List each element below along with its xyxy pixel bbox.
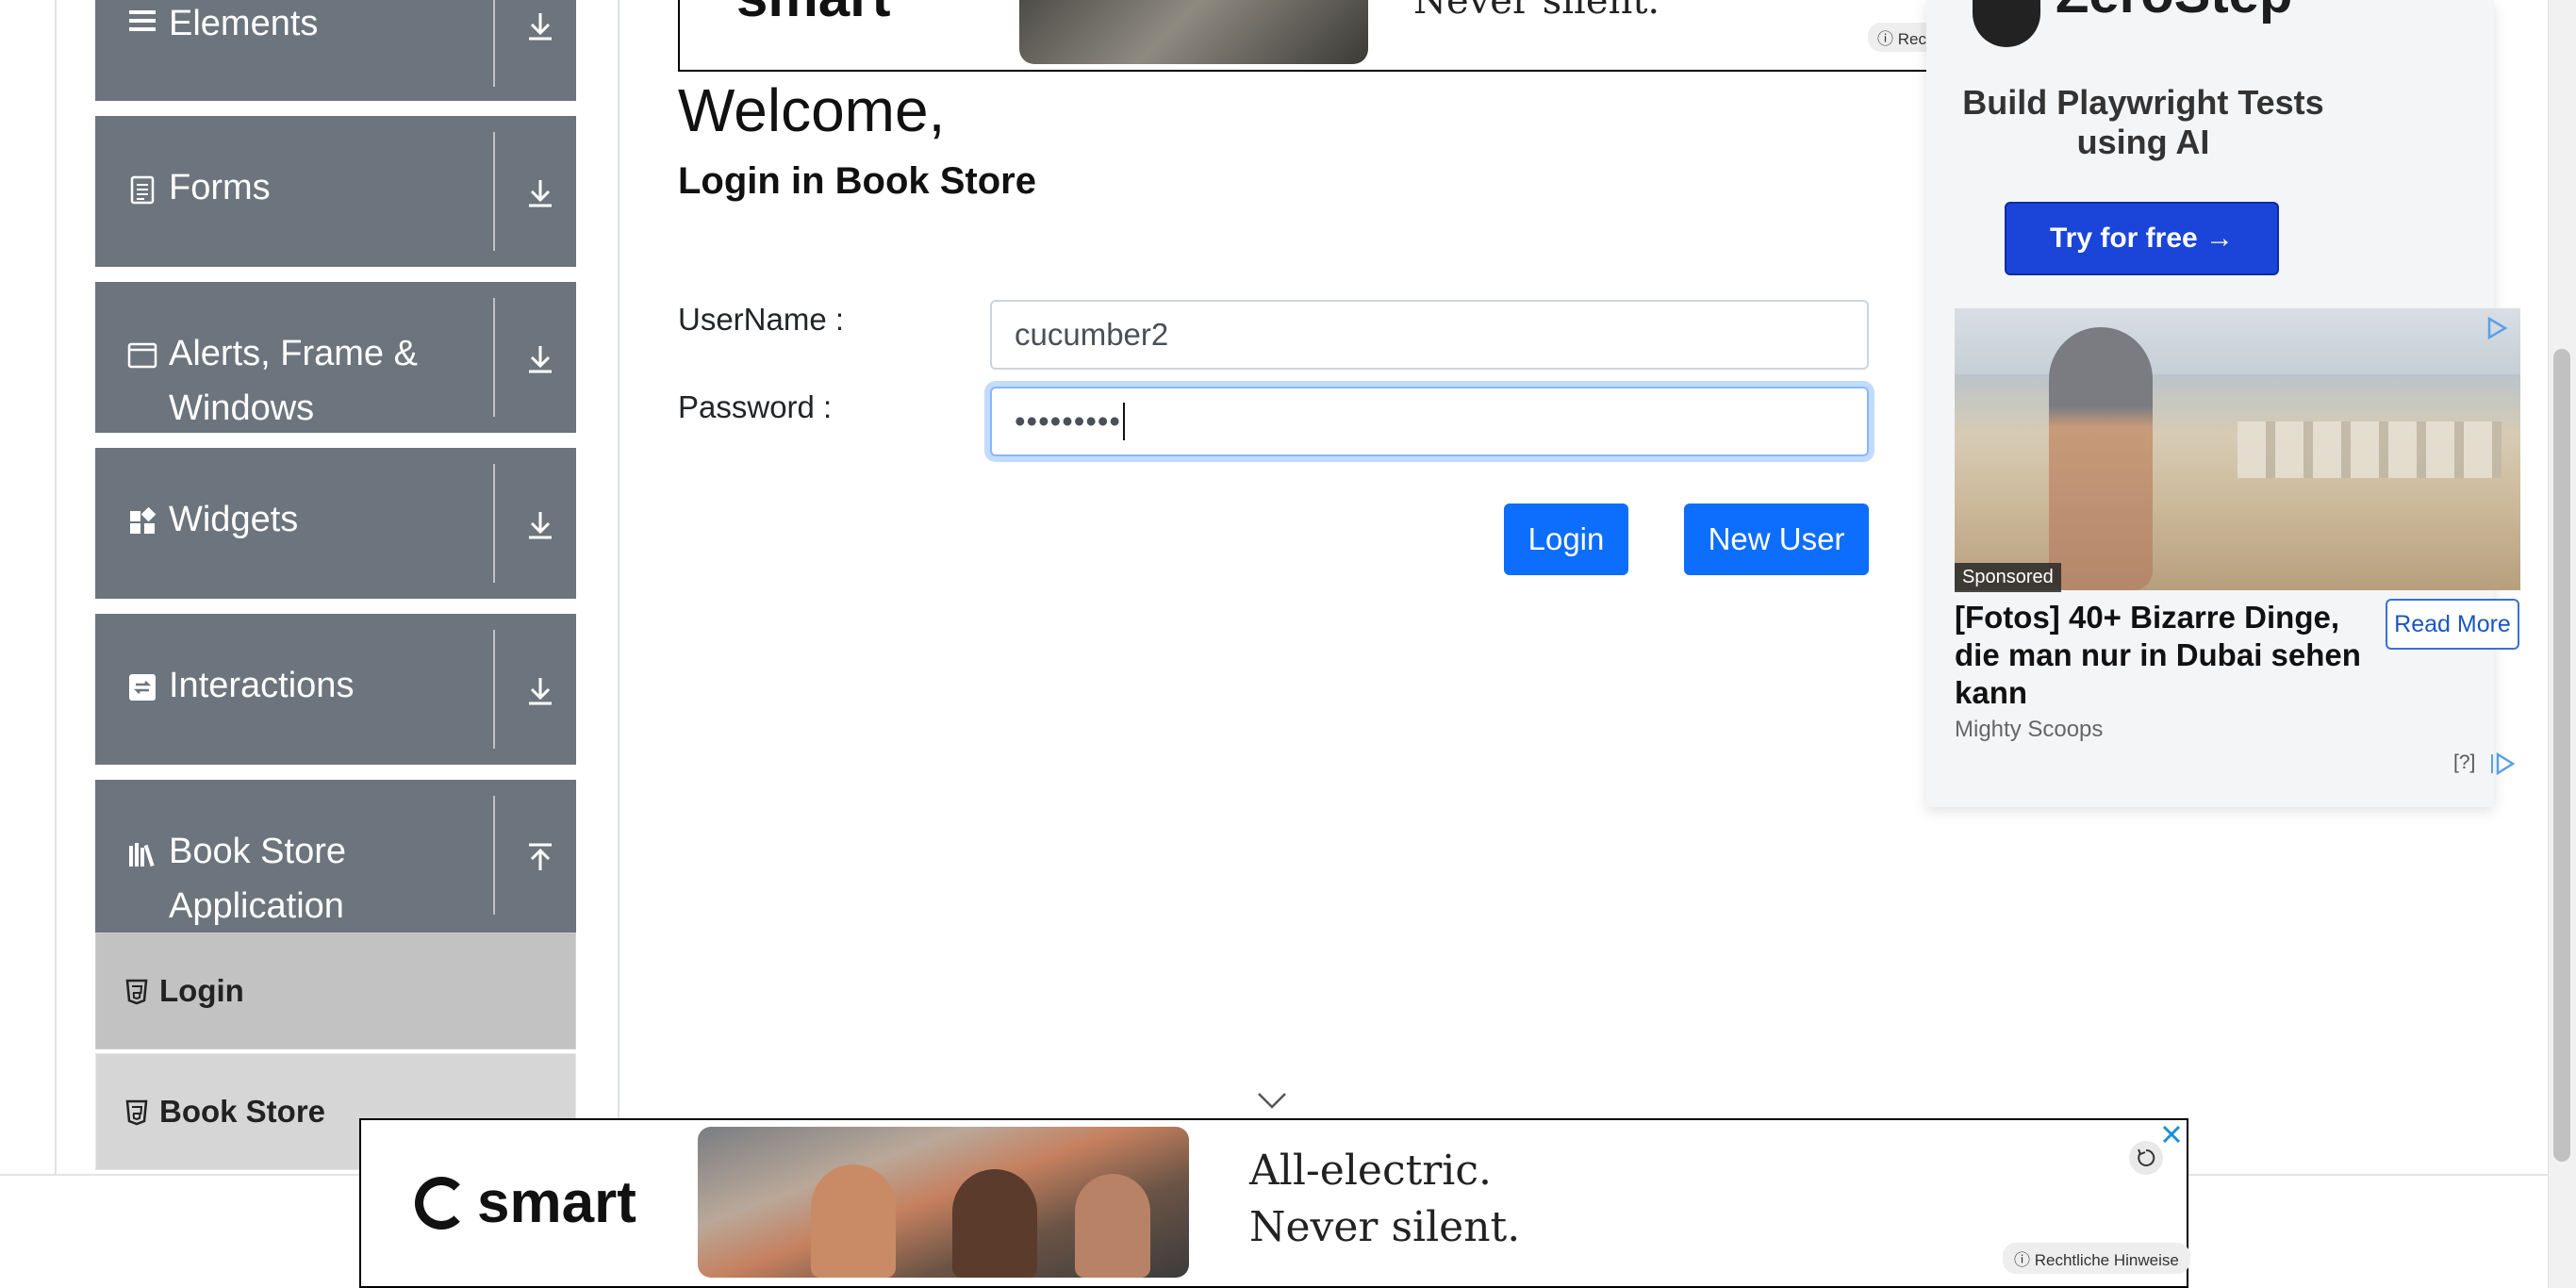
ad-image	[698, 1127, 1189, 1278]
sidebar-group-label-line1: Alerts, Frame &	[169, 334, 418, 373]
hamburger-icon	[129, 10, 156, 31]
html5-icon	[125, 1099, 148, 1126]
separator	[493, 0, 495, 87]
ad-help-text: [?]	[2453, 751, 2476, 773]
sidebar-group-label: Elements	[169, 4, 319, 43]
sidebar-left-border	[55, 0, 57, 1174]
sidebar-divider	[618, 0, 619, 1174]
page-subtitle: Login in Book Store	[678, 160, 1036, 202]
new-user-button[interactable]: New User	[1684, 504, 1869, 575]
ad-slogan-line2: Never silent.	[1249, 1203, 1521, 1251]
scrollbar-thumb[interactable]	[2553, 349, 2570, 1162]
books-icon	[129, 843, 155, 867]
person-figure	[952, 1169, 1037, 1278]
password-value: •••••••••	[1015, 404, 1121, 438]
separator	[493, 796, 495, 915]
password-input[interactable]: •••••••••	[990, 387, 1869, 456]
window-icon	[127, 342, 157, 369]
person-figure	[811, 1164, 896, 1278]
close-icon[interactable]	[2157, 1120, 2186, 1148]
ad-logo-text: smart	[477, 1170, 636, 1235]
login-button[interactable]: Login	[1504, 504, 1628, 575]
sidebar-group-elements[interactable]: Elements	[95, 0, 576, 101]
html5-icon	[125, 979, 148, 1005]
document-icon	[130, 175, 155, 205]
upload-arrow-icon[interactable]	[521, 838, 559, 876]
sidebar-group-alerts[interactable]: Alerts, Frame & Windows	[95, 282, 576, 433]
sponsored-tag: Sponsored	[1955, 563, 2061, 592]
username-input[interactable]: cucumber2	[990, 300, 1869, 370]
smart-logo-icon	[415, 1177, 468, 1230]
download-arrow-icon[interactable]	[521, 174, 559, 212]
ad-slogan-line1: All-electric.	[1249, 1147, 1492, 1195]
text-caret	[1122, 403, 1125, 440]
person-figure	[2049, 327, 2153, 590]
sidebar-group-interactions[interactable]: Interactions	[95, 614, 576, 765]
sidebar-group-label-line2: Application	[169, 886, 344, 926]
username-label: UserName :	[678, 302, 845, 337]
download-arrow-icon[interactable]	[521, 340, 559, 378]
read-more-button[interactable]: Read More	[2386, 599, 2519, 650]
separator	[493, 298, 495, 417]
sponsored-image[interactable]	[1955, 308, 2520, 590]
person-figure	[1075, 1174, 1150, 1278]
ad-legal-text: Rechtliche Hinweise	[2034, 1251, 2179, 1269]
ad-slogan: Never silent.	[1413, 0, 1660, 23]
sidebar-item-label: Login	[159, 973, 244, 1008]
sky	[1955, 308, 2520, 374]
sidebar-group-label: Forms	[169, 168, 271, 207]
separator	[493, 464, 495, 583]
try-for-free-button[interactable]: Try for free →	[2005, 202, 2279, 275]
sidebar-group-label: Interactions	[169, 666, 355, 705]
sidebar-group-book-store-application[interactable]: Book Store Application	[95, 780, 576, 933]
widgets-icon	[130, 506, 157, 534]
sidebar-item-label: Book Store	[159, 1094, 326, 1129]
download-arrow-icon[interactable]	[521, 506, 559, 544]
sidebar-group-widgets[interactable]: Widgets	[95, 448, 576, 599]
sponsored-source: Mighty Scoops	[1955, 717, 2104, 742]
username-value: cucumber2	[1015, 317, 1169, 352]
download-arrow-icon[interactable]	[521, 672, 559, 710]
adchoices-icon[interactable]	[2485, 316, 2509, 340]
sidebar-item-login[interactable]: Login	[95, 933, 576, 1049]
sponsored-title[interactable]: [Fotos] 40+ Bizarre Dinge, die man nur i…	[1955, 599, 2370, 712]
ad-legal-notice[interactable]: ⓘ Rech	[1868, 23, 1930, 52]
download-arrow-icon[interactable]	[521, 8, 559, 45]
ad-logo: smart	[415, 1169, 636, 1236]
interactions-icon	[129, 674, 156, 701]
top-ad-banner[interactable]: smart Never silent. ⓘ Rech	[678, 0, 1932, 72]
ad-legal-notice[interactable]: ⓘ Rechtliche Hinweise	[2003, 1243, 2190, 1274]
ad-help-link[interactable]: [?]	[2453, 751, 2475, 774]
separator	[493, 132, 495, 251]
ad-slogan: All-electric. Never silent.	[1249, 1143, 1520, 1256]
zerostep-brand: ZeroStep	[2056, 0, 2292, 25]
ad-logo: smart	[736, 0, 890, 29]
separator	[493, 630, 495, 749]
sidebar-group-label-line2: Windows	[169, 388, 315, 428]
sidebar-group-label: Widgets	[169, 500, 299, 539]
adchoices-icon[interactable]	[2489, 752, 2516, 775]
sidebar-group-label-line1: Book Store	[169, 832, 346, 871]
replay-glyph	[2138, 1148, 2155, 1166]
beach-loungers	[2237, 421, 2502, 478]
page-title: Welcome,	[678, 76, 946, 144]
sidebar-group-forms[interactable]: Forms	[95, 116, 576, 267]
chevron-down-icon[interactable]	[1255, 1086, 1289, 1113]
zerostep-headline: Build Playwright Tests using AI	[1962, 83, 2324, 161]
ad-image	[1019, 0, 1368, 64]
password-label: Password :	[678, 389, 833, 424]
